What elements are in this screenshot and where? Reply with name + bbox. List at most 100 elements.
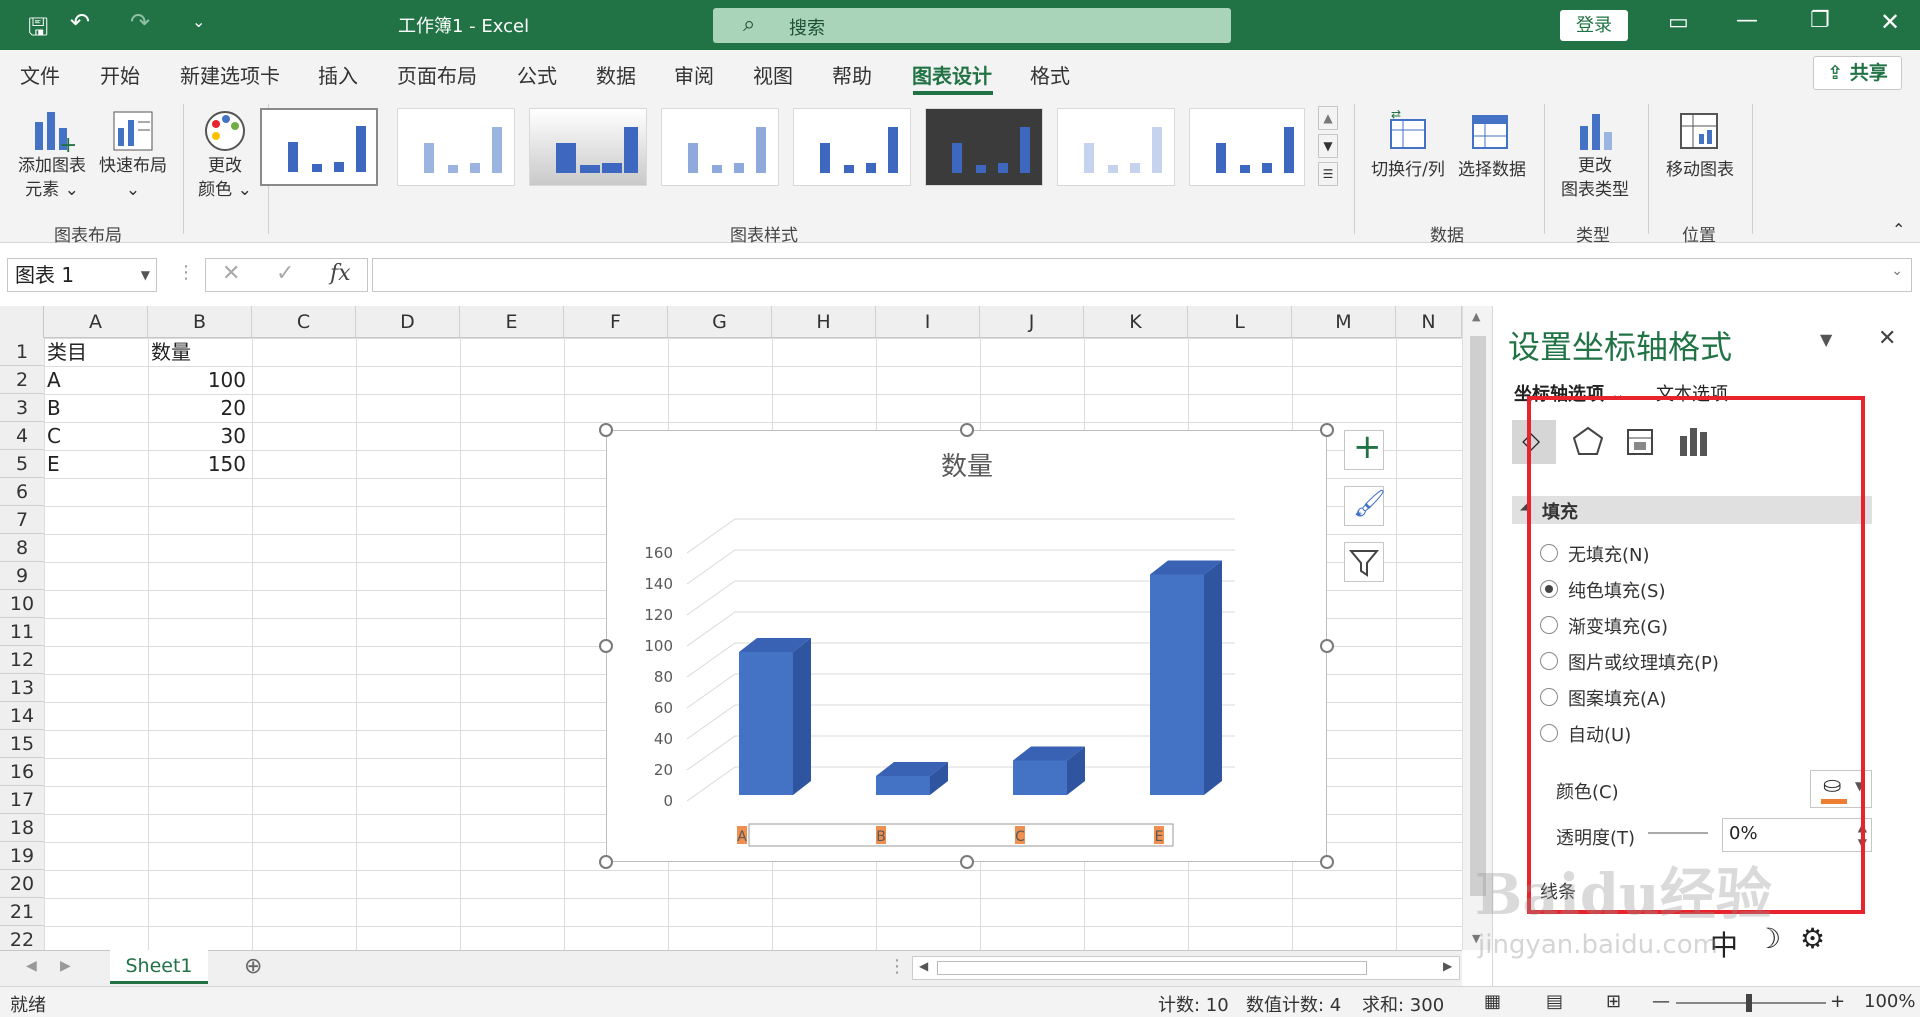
name-box-dropdown-icon[interactable]: ▼ [141, 259, 150, 291]
row-header-4[interactable]: 4 [0, 422, 44, 450]
bar-c[interactable] [1013, 746, 1085, 796]
resize-handle-tl[interactable] [599, 423, 613, 437]
hscroll-thumb[interactable] [937, 961, 1367, 975]
row-header-7[interactable]: 7 [0, 506, 44, 534]
chart-plot[interactable]: 数量 0 20 40 60 80 100 120 140 160 A B C E [607, 431, 1328, 863]
column-header-k[interactable]: K [1084, 306, 1188, 338]
resize-handle-mr[interactable] [1320, 639, 1334, 653]
zoom-thumb[interactable] [1746, 994, 1752, 1012]
scroll-up-icon[interactable]: ▲ [1472, 310, 1480, 323]
page-layout-view-icon[interactable]: ▤ [1546, 991, 1563, 1012]
next-sheet-icon[interactable]: ▶ [60, 958, 71, 974]
chart-style-1[interactable] [260, 108, 378, 186]
scroll-thumb[interactable] [1470, 336, 1486, 896]
row-header-19[interactable]: 19 [0, 842, 44, 870]
column-header-m[interactable]: M [1292, 306, 1396, 338]
chart-area[interactable]: 数量 0 20 40 60 80 100 120 140 160 A B C E [599, 423, 1334, 869]
change-chart-type-button[interactable]: 更改 图表类型 [1550, 104, 1640, 204]
quick-layout-button[interactable]: 快速布局 ⌄ [93, 104, 173, 204]
cell-b4[interactable]: 30 [148, 422, 246, 450]
cell-a5[interactable]: E [47, 450, 60, 478]
row-header-5[interactable]: 5 [0, 450, 44, 478]
pane-options-icon[interactable]: ▼ [1820, 330, 1832, 349]
row-header-3[interactable]: 3 [0, 394, 44, 422]
resize-handle-bm[interactable] [960, 855, 974, 869]
cancel-icon[interactable]: ✕ [222, 261, 240, 286]
add-chart-element-button[interactable]: + 添加图表 元素 ⌄ [12, 104, 92, 204]
row-header-12[interactable]: 12 [0, 646, 44, 674]
row-header-2[interactable]: 2 [0, 366, 44, 394]
tab-help[interactable]: 帮助 [832, 60, 872, 89]
x-tick-label[interactable]: B [876, 829, 886, 845]
save-icon[interactable]: 🖫 [28, 10, 48, 51]
collapse-ribbon-icon[interactable]: ⌃ [1892, 220, 1905, 239]
resize-handle-ml[interactable] [599, 639, 613, 653]
cell-a2[interactable]: A [47, 366, 61, 394]
x-tick-label[interactable]: A [737, 829, 747, 845]
tab-insert[interactable]: 插入 [318, 60, 358, 89]
chart-title[interactable]: 数量 [941, 452, 993, 482]
add-sheet-icon[interactable]: ⊕ [244, 954, 262, 979]
zoom-slider[interactable] [1676, 994, 1826, 1012]
row-header-9[interactable]: 9 [0, 562, 44, 590]
chart-style-7[interactable] [1057, 108, 1175, 186]
tab-page-layout[interactable]: 页面布局 [397, 60, 477, 89]
zoom-level[interactable]: 100% [1864, 991, 1915, 1012]
chart-style-6[interactable] [925, 108, 1043, 186]
customize-icon[interactable]: ⌄ [192, 12, 205, 31]
formula-expand-icon[interactable]: ⌄ [1891, 263, 1903, 279]
minimize-icon[interactable]: — [1736, 8, 1758, 33]
x-axis-selection-box[interactable] [748, 823, 1174, 847]
chart-style-2[interactable] [397, 108, 515, 186]
row-header-6[interactable]: 6 [0, 478, 44, 506]
chart-styles-button[interactable]: 🖌 [1344, 486, 1386, 526]
hscroll-right-icon[interactable]: ▶ [1443, 959, 1452, 973]
column-header-i[interactable]: I [876, 306, 980, 338]
resize-handle-tr[interactable] [1320, 423, 1334, 437]
cell-b3[interactable]: 20 [148, 394, 246, 422]
x-tick-label[interactable]: C [1015, 829, 1025, 845]
chart-style-3[interactable] [529, 108, 647, 186]
search-box[interactable]: ⌕ 搜索 [713, 8, 1231, 43]
column-header-d[interactable]: D [356, 306, 460, 338]
redo-icon[interactable]: ↷ [130, 8, 150, 36]
style-more-icon[interactable]: ☰ [1318, 162, 1338, 186]
close-icon[interactable]: ✕ [1880, 8, 1900, 36]
row-header-16[interactable]: 16 [0, 758, 44, 786]
tab-format[interactable]: 格式 [1030, 60, 1070, 89]
column-header-j[interactable]: J [980, 306, 1084, 338]
column-header-a[interactable]: A [44, 306, 148, 338]
settings-gear-icon[interactable]: ⚙ [1800, 922, 1825, 955]
cell-b1[interactable]: 数量 [151, 338, 191, 366]
column-header-g[interactable]: G [668, 306, 772, 338]
resize-handle-br[interactable] [1320, 855, 1334, 869]
row-header-20[interactable]: 20 [0, 870, 44, 898]
row-header-10[interactable]: 10 [0, 590, 44, 618]
tab-review[interactable]: 审阅 [674, 60, 714, 89]
tab-home[interactable]: 开始 [100, 60, 140, 89]
ribbon-display-icon[interactable]: ▭ [1668, 10, 1689, 35]
style-scroll-down-icon[interactable]: ▼ [1318, 134, 1338, 158]
row-header-18[interactable]: 18 [0, 814, 44, 842]
column-header-c[interactable]: C [252, 306, 356, 338]
login-button[interactable]: 登录 [1560, 10, 1628, 41]
bar-e[interactable] [1150, 560, 1222, 796]
row-header-21[interactable]: 21 [0, 898, 44, 926]
name-box[interactable]: 图表 1 ▼ [7, 258, 157, 292]
column-header-h[interactable]: H [772, 306, 876, 338]
switch-row-column-button[interactable]: ⇄ 切换行/列 [1364, 104, 1452, 204]
enter-icon[interactable]: ✓ [276, 261, 294, 286]
style-scroll-up-icon[interactable]: ▲ [1318, 106, 1338, 130]
move-chart-button[interactable]: 移动图表 [1656, 104, 1744, 204]
resize-handle-bl[interactable] [599, 855, 613, 869]
hscroll-left-icon[interactable]: ◀ [919, 959, 928, 973]
resize-handle-tm[interactable] [960, 423, 974, 437]
cell-a4[interactable]: C [47, 422, 61, 450]
page-break-view-icon[interactable]: ⊞ [1606, 991, 1621, 1012]
normal-view-icon[interactable]: ▦ [1484, 991, 1501, 1012]
column-header-l[interactable]: L [1188, 306, 1292, 338]
row-header-1[interactable]: 1 [0, 338, 44, 366]
row-header-11[interactable]: 11 [0, 618, 44, 646]
tab-chart-design[interactable]: 图表设计 [912, 60, 992, 89]
tab-file[interactable]: 文件 [20, 60, 60, 89]
